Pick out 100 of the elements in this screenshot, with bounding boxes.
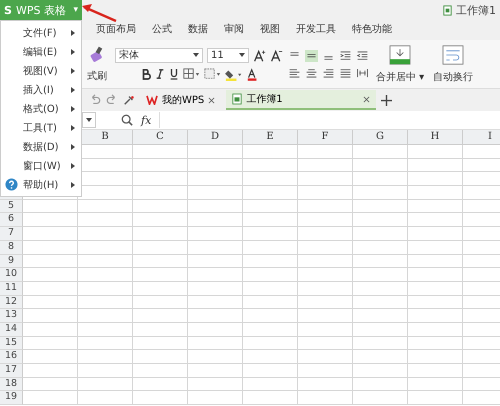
table-cell[interactable] [243, 336, 298, 350]
distribute-icon[interactable] [356, 66, 369, 78]
table-cell[interactable] [188, 145, 243, 159]
underline-icon[interactable] [168, 68, 178, 80]
table-cell[interactable] [353, 213, 408, 228]
name-box[interactable] [82, 112, 96, 128]
menu-item[interactable]: 窗口(W) [1, 156, 81, 174]
table-cell[interactable] [133, 254, 188, 268]
table-cell[interactable] [353, 364, 408, 378]
merge-center-icon[interactable] [389, 44, 412, 64]
menu-item[interactable]: 格式(O) [1, 100, 81, 118]
table-cell[interactable] [408, 350, 463, 364]
table-cell[interactable] [408, 282, 463, 296]
align-icon[interactable] [322, 66, 335, 78]
table-cell[interactable] [133, 186, 188, 200]
table-cell[interactable] [188, 213, 243, 228]
row-header[interactable]: 6 [0, 213, 23, 228]
menu-item[interactable]: 帮助(H) [1, 176, 81, 194]
table-cell[interactable] [243, 240, 298, 254]
table-cell[interactable] [353, 158, 408, 172]
new-tab-icon[interactable] [381, 94, 392, 106]
table-cell[interactable] [243, 378, 298, 392]
row-header[interactable]: 5 [0, 200, 23, 214]
table-cell[interactable] [298, 200, 353, 214]
font-size-field[interactable]: 11 [207, 48, 249, 62]
table-cell[interactable] [353, 378, 408, 392]
table-cell[interactable] [133, 268, 188, 282]
table-cell[interactable] [78, 213, 133, 228]
table-cell[interactable] [133, 336, 188, 350]
row-header[interactable]: 14 [0, 322, 23, 337]
table-cell[interactable] [408, 268, 463, 282]
table-cell[interactable] [78, 391, 133, 406]
table-cell[interactable] [188, 350, 243, 364]
table-cell[interactable] [78, 364, 133, 378]
table-cell[interactable] [188, 336, 243, 350]
redo-icon[interactable] [106, 94, 118, 106]
row-header[interactable]: 12 [0, 296, 23, 310]
table-cell[interactable] [133, 227, 188, 241]
column-header[interactable]: E [243, 130, 298, 145]
menu-item[interactable]: 数据(D) [1, 138, 81, 156]
table-cell[interactable] [188, 254, 243, 268]
outdent-icon[interactable] [356, 50, 369, 62]
dropdown-icon[interactable] [193, 53, 199, 57]
table-cell[interactable] [243, 213, 298, 228]
table-cell[interactable] [188, 200, 243, 214]
align-icon[interactable] [305, 50, 318, 62]
table-cell[interactable] [298, 254, 353, 268]
merge-center-label[interactable]: 合并居中 ▾ [376, 70, 424, 84]
table-cell[interactable] [243, 158, 298, 172]
table-cell[interactable] [78, 336, 133, 350]
table-cell[interactable] [298, 378, 353, 392]
table-cell[interactable] [298, 309, 353, 323]
table-cell[interactable] [188, 378, 243, 392]
table-cell[interactable] [408, 254, 463, 268]
align-icon[interactable] [288, 66, 301, 78]
table-cell[interactable] [78, 322, 133, 337]
font-field[interactable]: 宋体 [115, 48, 203, 62]
align-icon[interactable] [339, 66, 352, 78]
row-header[interactable]: 17 [0, 364, 23, 378]
table-cell[interactable] [408, 309, 463, 323]
row-header[interactable]: 13 [0, 309, 23, 323]
wrap-text-label[interactable]: 自动换行 [433, 70, 474, 84]
table-cell[interactable] [243, 200, 298, 214]
table-cell[interactable] [78, 282, 133, 296]
function-label[interactable]: fx [141, 114, 152, 126]
table-cell[interactable] [243, 364, 298, 378]
table-cell[interactable] [243, 391, 298, 406]
indent-icon[interactable] [339, 50, 352, 62]
table-cell[interactable] [133, 145, 188, 159]
table-cell[interactable] [298, 158, 353, 172]
table-cell[interactable] [78, 254, 133, 268]
table-cell[interactable] [408, 296, 463, 310]
table-cell[interactable] [298, 296, 353, 310]
document-tab[interactable]: 工作簿1 [226, 90, 376, 110]
table-cell[interactable] [243, 350, 298, 364]
table-cell[interactable] [133, 364, 188, 378]
row-header[interactable]: 9 [0, 254, 23, 268]
table-cell[interactable] [188, 227, 243, 241]
ribbon-tab[interactable]: 数据 [184, 22, 212, 38]
table-cell[interactable] [133, 378, 188, 392]
table-cell[interactable] [353, 186, 408, 200]
column-header[interactable]: F [298, 130, 353, 145]
table-cell[interactable] [188, 296, 243, 310]
table-cell[interactable] [298, 240, 353, 254]
table-cell[interactable] [23, 364, 78, 378]
table-cell[interactable] [23, 200, 78, 214]
menu-item[interactable]: 视图(V) [1, 62, 81, 80]
table-cell[interactable] [133, 350, 188, 364]
column-header[interactable]: I [463, 130, 500, 145]
menu-item[interactable]: 插入(I) [1, 80, 81, 98]
menu-item[interactable]: 编辑(E) [1, 42, 81, 60]
ribbon-tab[interactable]: 公式 [148, 22, 176, 38]
grow-font-icon[interactable] [253, 48, 266, 62]
table-cell[interactable] [243, 282, 298, 296]
table-cell[interactable] [298, 213, 353, 228]
column-header[interactable]: H [408, 130, 463, 145]
table-cell[interactable] [353, 254, 408, 268]
table-cell[interactable] [243, 322, 298, 337]
table-cell[interactable] [133, 296, 188, 310]
bold-icon[interactable] [140, 68, 150, 80]
